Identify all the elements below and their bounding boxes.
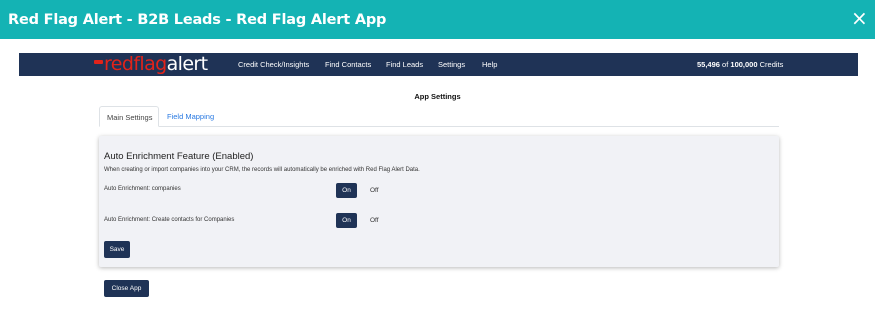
page-title: App Settings [414,92,461,101]
create-contacts-off-button[interactable]: Off [370,213,379,228]
settings-tabs: Main Settings Field Mapping [99,106,779,127]
logo-text-red: redflag [104,53,167,75]
nav-settings[interactable]: Settings [438,53,465,76]
nav-find-contacts[interactable]: Find Contacts [325,53,371,76]
save-button[interactable]: Save [104,241,130,258]
row-label-create-contacts: Auto Enrichment: Create contacts for Com… [104,217,235,223]
card-description: When creating or import companies into y… [104,167,420,173]
credits-total: 100,000 [730,60,758,69]
credits-counter: 55,496 of 100,000 Credits [697,53,783,76]
logo-flag-mark [94,59,103,64]
credits-of: of [722,60,729,69]
logo-text-white: alert [166,53,208,75]
modal-header: Red Flag Alert - B2B Leads - Red Flag Al… [0,0,875,39]
nav-help[interactable]: Help [482,53,497,76]
credits-used: 55,496 [697,60,720,69]
companies-off-button[interactable]: Off [370,183,379,198]
app-navbar: redflag alert Credit Check/Insights Find … [19,53,858,76]
tab-main-settings[interactable]: Main Settings [99,106,159,127]
close-app-button[interactable]: Close App [104,280,149,297]
close-icon[interactable]: × [851,8,868,28]
credits-suffix: Credits [759,60,784,69]
companies-on-button[interactable]: On [336,183,357,198]
nav-credit-check[interactable]: Credit Check/Insights [238,53,309,76]
red-flag-alert-logo[interactable]: redflag alert [94,53,208,76]
auto-enrichment-card: Auto Enrichment Feature (Enabled) When c… [99,136,779,267]
card-title: Auto Enrichment Feature (Enabled) [104,151,254,162]
nav-find-leads[interactable]: Find Leads [386,53,423,76]
create-contacts-on-button[interactable]: On [336,213,357,228]
tab-field-mapping[interactable]: Field Mapping [160,106,221,127]
row-label-companies: Auto Enrichment: companies [104,186,181,192]
modal-title: Red Flag Alert - B2B Leads - Red Flag Al… [8,11,387,28]
